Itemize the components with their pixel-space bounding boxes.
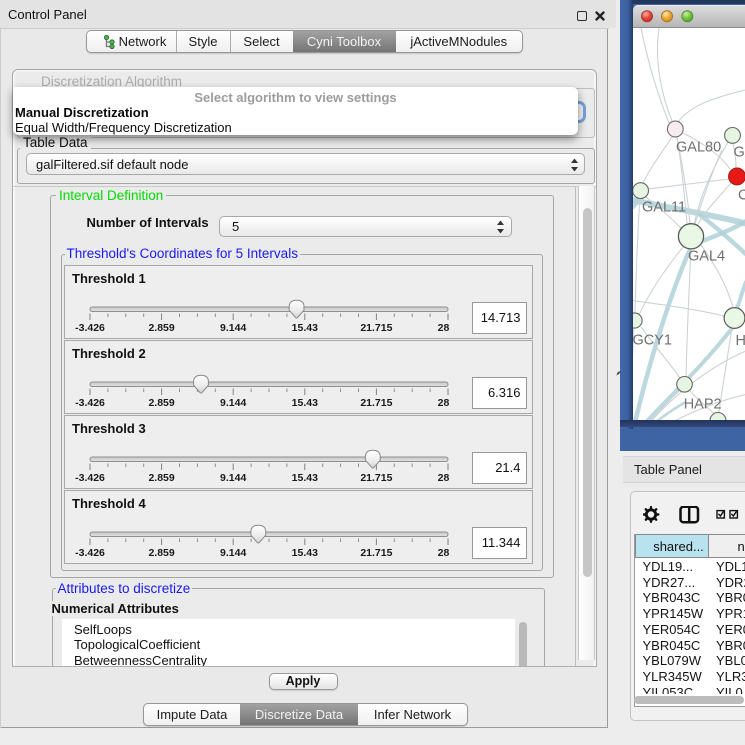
svg-text:21.715: 21.715 — [360, 547, 392, 559]
svg-text:21.715: 21.715 — [360, 472, 392, 484]
svg-text:9.144: 9.144 — [220, 397, 246, 409]
svg-text:HA: HA — [736, 333, 745, 349]
svg-text:15.43: 15.43 — [292, 397, 318, 409]
svg-text:2.859: 2.859 — [148, 322, 174, 334]
svg-text:15.43: 15.43 — [292, 472, 318, 484]
svg-text:2.859: 2.859 — [148, 547, 174, 559]
svg-text:21.715: 21.715 — [360, 397, 392, 409]
svg-text:2.859: 2.859 — [148, 397, 174, 409]
svg-text:28: 28 — [438, 397, 450, 409]
svg-text:15.43: 15.43 — [292, 322, 318, 334]
svg-text:-3.426: -3.426 — [75, 322, 105, 334]
svg-text:21.715: 21.715 — [360, 322, 392, 334]
svg-text:2.859: 2.859 — [148, 472, 174, 484]
svg-text:28: 28 — [438, 547, 450, 559]
svg-text:28: 28 — [438, 322, 450, 334]
svg-text:-3.426: -3.426 — [75, 397, 105, 409]
svg-text:9.144: 9.144 — [220, 547, 246, 559]
svg-text:9.144: 9.144 — [220, 472, 246, 484]
svg-text:-3.426: -3.426 — [75, 547, 105, 559]
svg-text:15.43: 15.43 — [292, 547, 318, 559]
svg-text:28: 28 — [438, 472, 450, 484]
svg-text:9.144: 9.144 — [220, 322, 246, 334]
svg-text:GAL11: GAL11 — [642, 200, 686, 216]
svg-text:CY: CY — [738, 188, 745, 204]
svg-text:HAP2: HAP2 — [684, 397, 722, 413]
svg-text:GA: GA — [734, 145, 745, 161]
svg-text:GCY1: GCY1 — [633, 333, 672, 349]
svg-text:GAL4: GAL4 — [688, 249, 725, 265]
svg-text:-3.426: -3.426 — [75, 472, 105, 484]
svg-text:GAL80: GAL80 — [676, 140, 721, 156]
